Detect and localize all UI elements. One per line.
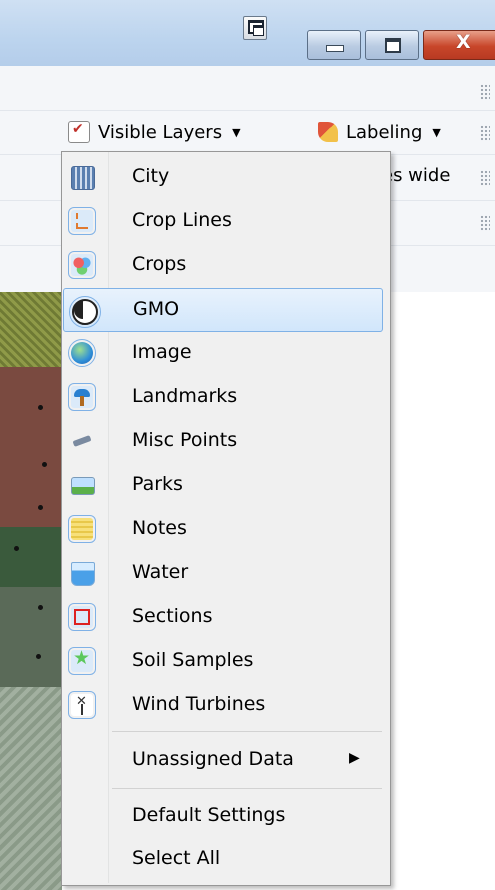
menu-item-wind-turbines[interactable]: Wind Turbines [63,684,385,726]
menu-item-parks[interactable]: Parks [63,464,385,506]
sections-icon [68,603,96,631]
maximize-button[interactable] [365,30,419,60]
menu-item-select-all[interactable]: Select All [63,838,385,880]
menu-item-gmo[interactable]: GMO [63,288,383,332]
menu-item-city[interactable]: City [63,156,385,198]
menu-separator [112,788,382,789]
label-pen-icon [318,122,338,142]
menu-separator [112,731,382,732]
map-region [0,367,62,527]
close-button[interactable]: X [423,30,495,60]
toolbar-grip-icon[interactable] [480,215,490,231]
toolbar-divider [0,110,495,111]
menu-item-label: Wind Turbines [132,693,266,715]
menu-item-label: Select All [132,847,221,869]
landmarks-icon [68,383,96,411]
chevron-down-icon: ▼ [432,125,441,139]
menu-item-label: Unassigned Data [132,748,294,770]
minimize-button[interactable] [307,30,361,60]
map-region [0,292,62,367]
menu-item-crop-lines[interactable]: Crop Lines [63,200,385,242]
menu-item-crops[interactable]: Crops [63,244,385,286]
minimize-icon [326,45,344,52]
menu-item-label: Landmarks [132,385,238,407]
menu-item-landmarks[interactable]: Landmarks [63,376,385,418]
menu-item-image[interactable]: Image [63,332,385,374]
map-point [38,605,43,610]
menu-item-sections[interactable]: Sections [63,596,385,638]
visible-layers-label: Visible Layers [98,121,223,143]
menu-item-soil-samples[interactable]: Soil Samples [63,640,385,682]
menu-item-misc-points[interactable]: Misc Points [63,420,385,462]
close-icon: X [456,31,471,53]
menu-item-label: Misc Points [132,429,238,451]
soil-samples-icon [68,647,96,675]
menu-item-label: Crop Lines [132,209,232,231]
menu-item-label: Image [132,341,192,363]
misc-points-icon [71,430,93,452]
maximize-icon [385,38,401,53]
notes-icon [68,515,96,543]
chevron-right-icon: ▶ [349,750,360,766]
water-icon [71,562,95,586]
wind-turbines-icon [68,691,96,719]
chevron-down-icon: ▼ [232,125,241,139]
menu-item-label: GMO [133,298,180,320]
image-icon [68,339,96,367]
crop-lines-icon [68,207,96,235]
menu-item-label: Notes [132,517,187,539]
toolbar-grip-icon[interactable] [480,170,490,186]
menu-item-water[interactable]: Water [63,552,385,594]
toolbar-partial-text: es wide [382,165,451,186]
checklist-icon [68,121,90,143]
gmo-icon [69,296,101,328]
parks-icon [71,477,95,495]
menu-item-label: Default Settings [132,804,286,826]
toolbar-grip-icon[interactable] [480,84,490,100]
map-point [36,654,41,659]
menu-item-default-settings[interactable]: Default Settings [63,795,385,837]
map-region [0,587,62,687]
map-region [0,687,62,890]
menu-item-unassigned-data[interactable]: Unassigned Data ▶ [63,739,385,781]
restore-window-icon[interactable] [243,16,267,40]
menu-item-label: Parks [132,473,183,495]
menu-item-notes[interactable]: Notes [63,508,385,550]
menu-item-label: City [132,165,170,187]
city-icon [71,166,95,190]
crops-icon [68,251,96,279]
map-point [42,462,47,467]
labeling-label: Labeling [346,121,423,143]
menu-item-label: Water [132,561,189,583]
visible-layers-button[interactable]: Visible Layers ▼ [68,117,241,147]
menu-item-label: Sections [132,605,213,627]
map-point [38,505,43,510]
map-region [0,527,62,587]
menu-item-label: Crops [132,253,187,275]
menu-item-label: Soil Samples [132,649,254,671]
toolbar-grip-icon[interactable] [480,125,490,141]
map-point [14,546,19,551]
labeling-button[interactable]: Labeling ▼ [318,117,441,147]
map-point [38,405,43,410]
